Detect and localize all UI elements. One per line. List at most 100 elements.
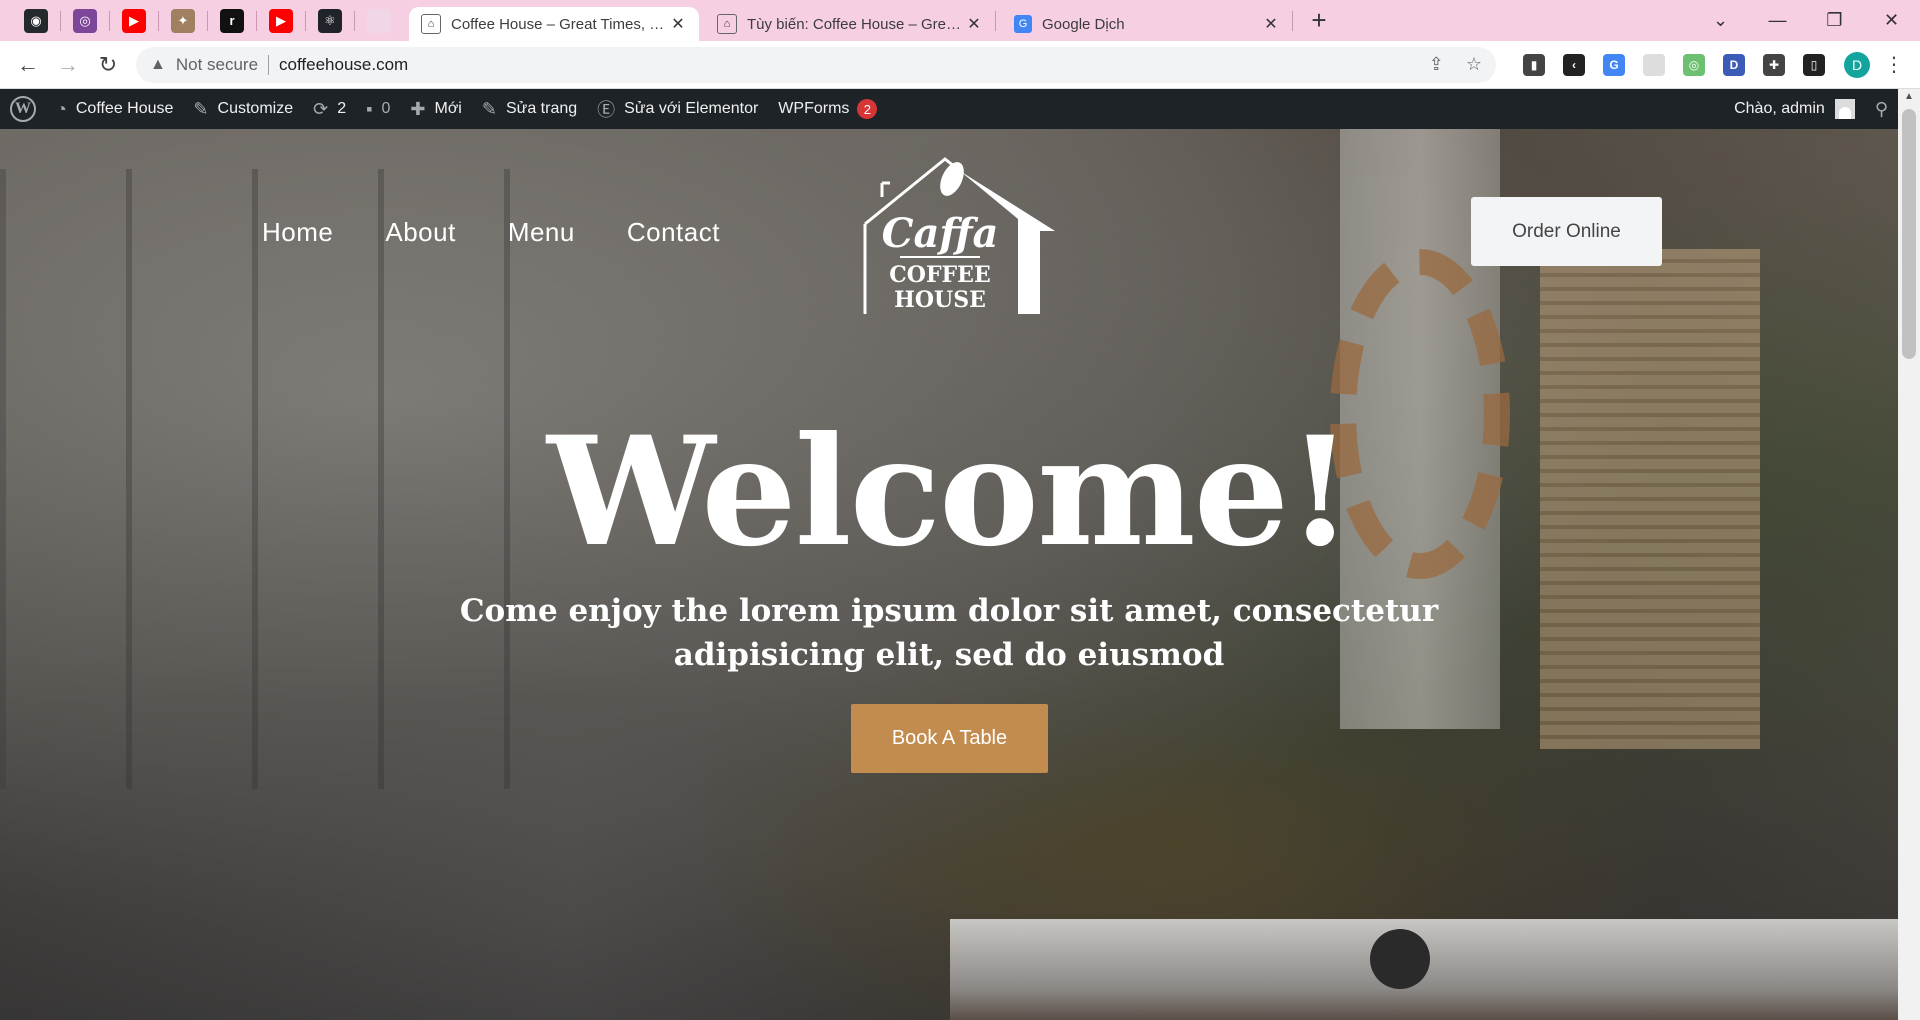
comments-count: 0	[381, 100, 391, 117]
tagline-line-1: Come enjoy the lorem ipsum dolor sit ame…	[459, 593, 1439, 629]
edit-page-label: Sửa trang	[505, 100, 578, 117]
forward-arrow-icon[interactable]: →	[48, 45, 88, 85]
coffee-house-logo[interactable]: Caffa COFFEE HOUSE	[860, 149, 1060, 319]
close-tab-icon[interactable]: ✕	[669, 14, 687, 34]
greeting-label: Chào, admin	[1734, 100, 1825, 117]
new-label: Mới	[434, 100, 462, 117]
tab-divider	[1292, 10, 1293, 31]
blank-ext-icon[interactable]	[1643, 53, 1665, 76]
blank-tab-icon[interactable]	[367, 8, 391, 33]
book-a-table-button[interactable]: Book A Table	[851, 704, 1048, 773]
bookmark-star-icon[interactable]: ☆	[1466, 54, 1482, 75]
nav-menu[interactable]: Menu	[508, 217, 575, 248]
coffee-grinder-image	[950, 919, 1898, 1020]
admin-search-button[interactable]: ⚲	[1865, 89, 1898, 129]
restore-icon[interactable]: ❐	[1806, 0, 1863, 41]
sidepanel-icon[interactable]: ▯	[1803, 53, 1825, 76]
tab-title: Coffee House – Great Times, Good Coffee	[451, 15, 669, 33]
nav-about[interactable]: About	[385, 217, 455, 248]
order-online-button[interactable]: Order Online	[1471, 197, 1662, 266]
logo-line-house: HOUSE	[894, 287, 986, 313]
youtube-icon[interactable]: ▶	[122, 8, 146, 33]
edit-elementor-link[interactable]: Ⓔ Sửa với Elementor	[587, 89, 768, 129]
bird-icon[interactable]: ✦	[171, 8, 195, 33]
new-tab-button[interactable]: +	[1303, 5, 1335, 37]
browser-menu-icon[interactable]: ⋮	[1884, 52, 1904, 77]
elementor-icon: Ⓔ	[597, 100, 616, 120]
wpforms-link[interactable]: WPForms 2	[768, 89, 887, 129]
tab-divider	[256, 10, 257, 31]
address-bar[interactable]: ▲ Not secure coffeehouse.com ⇪ ☆	[136, 46, 1496, 83]
plus-icon: ✚	[410, 98, 426, 119]
omnibox-divider	[268, 54, 270, 75]
updates-icon: ⟳	[313, 98, 329, 119]
google-translate-icon: G	[1014, 15, 1032, 33]
updates-count: 2	[337, 100, 347, 117]
nav-home[interactable]: Home	[262, 217, 333, 248]
youtube-icon[interactable]: ▶	[269, 8, 293, 33]
scroll-up-arrow-icon[interactable]: ▲	[1898, 91, 1920, 102]
new-content-link[interactable]: ✚ Mới	[400, 89, 471, 129]
coffee-house-favicon-icon: ⌂	[717, 14, 737, 34]
tab-divider	[995, 10, 996, 31]
edit-elementor-label: Sửa với Elementor	[624, 100, 759, 117]
back-arrow-icon[interactable]: ←	[8, 45, 48, 85]
close-tab-icon[interactable]: ✕	[1262, 14, 1280, 34]
coffee-house-favicon-icon: ⌂	[421, 14, 441, 34]
share-icon[interactable]: ⇪	[1429, 54, 1444, 75]
phone-ext-icon[interactable]: ▮	[1523, 53, 1545, 76]
react-icon[interactable]: ⚛	[318, 8, 342, 33]
tagline-line-2: adipisicing elit, sed do eiusmod	[673, 637, 1225, 673]
wp-logo-button[interactable]: W	[0, 89, 46, 129]
paintbrush-icon: ✎	[193, 98, 209, 119]
wp-admin-bar: W ◔ Coffee House ✎ Customize ⟳ 2 ▪ 0 ✚ M…	[0, 89, 1898, 129]
site-name-link[interactable]: ◔ Coffee House	[46, 89, 183, 129]
r-app-icon[interactable]: r	[220, 8, 244, 33]
security-label[interactable]: Not secure	[176, 55, 258, 75]
github-icon[interactable]: ◉	[24, 8, 48, 33]
d-ext-icon[interactable]: D	[1723, 53, 1745, 76]
tab-divider	[109, 10, 110, 31]
translate-ext-icon[interactable]: G	[1603, 53, 1625, 76]
browser-tab-strip: ◉ ◎ ▶ ✦ r ▶ ⚛ ⌂ Coffee House – Great Times, Go…	[0, 0, 1920, 41]
tab-google-translate[interactable]: G Google Dịch ✕	[1002, 7, 1292, 41]
extensions-area: ▮ ‹ G ◎ D ✚ ▯	[1514, 53, 1834, 76]
profile-avatar[interactable]: D	[1844, 51, 1870, 78]
window-controls: ⌄ — ❐ ✕	[1692, 0, 1920, 41]
tab-customizer[interactable]: ⌂ Tùy biến: Coffee House – Great Times, …	[705, 7, 995, 41]
tab-divider	[354, 10, 355, 31]
customize-label: Customize	[217, 100, 294, 117]
close-tab-icon[interactable]: ✕	[965, 14, 983, 34]
chevron-ext-icon[interactable]: ‹	[1563, 53, 1585, 76]
url-text[interactable]: coffeehouse.com	[279, 55, 1407, 75]
minimize-icon[interactable]: —	[1749, 0, 1806, 41]
pinned-tabs: ◉ ◎ ▶ ✦ r ▶ ⚛	[0, 0, 403, 41]
scrollbar-thumb[interactable]	[1902, 109, 1916, 359]
browser-toolbar: ← → ↻ ▲ Not secure coffeehouse.com ⇪ ☆ ▮…	[0, 41, 1920, 89]
comments-link[interactable]: ▪ 0	[356, 89, 400, 129]
tab-search-icon[interactable]: ⌄	[1692, 0, 1749, 41]
tor-icon[interactable]: ◎	[73, 8, 97, 33]
puzzle-icon[interactable]: ✚	[1763, 53, 1785, 76]
hero-headline: Welcome!	[546, 404, 1353, 580]
logo-script-text: Caffa	[882, 210, 999, 257]
warning-icon[interactable]: ▲	[150, 56, 166, 74]
color-ext-icon[interactable]: ◎	[1683, 53, 1705, 76]
tab-coffee-house[interactable]: ⌂ Coffee House – Great Times, Good Coffe…	[409, 7, 699, 41]
page-scrollbar[interactable]: ▲	[1898, 89, 1920, 1020]
updates-link[interactable]: ⟳ 2	[303, 89, 356, 129]
comment-bubble-icon: ▪	[366, 98, 373, 119]
customize-link[interactable]: ✎ Customize	[183, 89, 303, 129]
reload-icon[interactable]: ↻	[88, 45, 128, 85]
main-navigation: Home About Menu Contact	[262, 217, 772, 248]
nav-contact[interactable]: Contact	[627, 217, 720, 248]
my-account-link[interactable]: Chào, admin	[1724, 89, 1865, 129]
tab-title: Tùy biến: Coffee House – Great Times, Go…	[747, 15, 965, 33]
edit-page-link[interactable]: ✎ Sửa trang	[472, 89, 587, 129]
logo-line-coffee: COFFEE	[889, 262, 990, 288]
window-close-icon[interactable]: ✕	[1863, 0, 1920, 41]
tab-divider	[207, 10, 208, 31]
tab-divider	[305, 10, 306, 31]
site-name: Coffee House	[75, 100, 174, 117]
tab-title: Google Dịch	[1042, 15, 1125, 33]
